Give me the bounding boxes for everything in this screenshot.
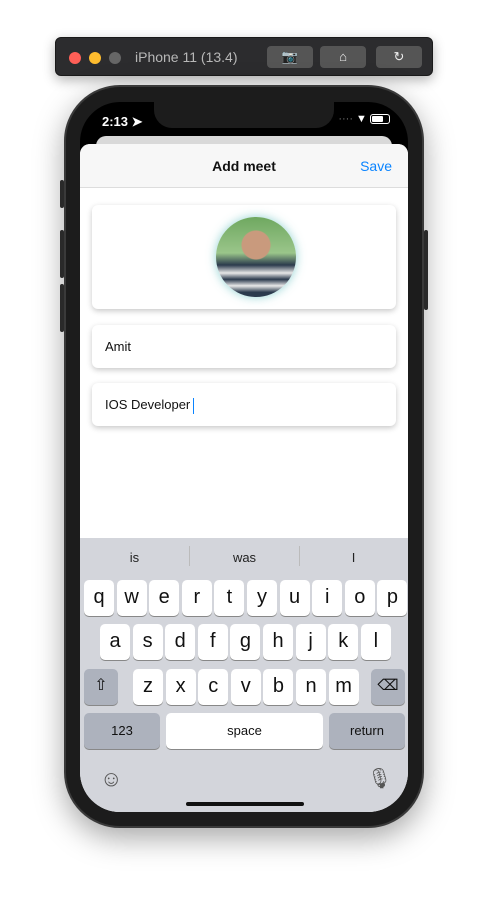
key-g[interactable]: g xyxy=(230,624,261,660)
key-u[interactable]: u xyxy=(279,580,310,616)
home-button[interactable]: ⌂ xyxy=(320,46,366,68)
key-h[interactable]: h xyxy=(263,624,293,660)
key-y[interactable]: y xyxy=(247,580,277,616)
wifi-icon: ▼ xyxy=(356,113,367,125)
rotate-icon: ↻ xyxy=(393,49,405,64)
power-button xyxy=(424,230,428,310)
key-t[interactable]: t xyxy=(214,580,245,616)
simulator-title: iPhone 11 (13.4) xyxy=(135,49,238,65)
key-w[interactable]: w xyxy=(116,580,147,616)
add-meet-sheet: Add meet Save Amit IOS Developer is was … xyxy=(80,144,408,812)
battery-icon xyxy=(370,114,390,125)
shift-icon: ⇧ xyxy=(94,677,108,694)
suggestion[interactable]: I xyxy=(299,550,408,565)
status-time: 2:13 ➤ xyxy=(102,114,143,129)
zoom-window-button[interactable] xyxy=(109,52,121,64)
return-key[interactable]: return xyxy=(329,713,405,749)
name-value: Amit xyxy=(105,339,131,354)
delete-key[interactable]: ⌫ xyxy=(371,669,405,705)
key-m[interactable]: m xyxy=(328,669,359,705)
key-i[interactable]: i xyxy=(312,580,343,616)
key-r[interactable]: r xyxy=(181,580,212,616)
mute-switch xyxy=(60,180,64,208)
simulator-toolbar: iPhone 11 (13.4) 📷 ⌂ ↻ xyxy=(55,37,433,76)
key-b[interactable]: b xyxy=(263,669,294,705)
phone-screen: 2:13 ➤ ···· ▼ Add meet Save Amit IOS Dev… xyxy=(80,102,408,812)
close-window-button[interactable] xyxy=(69,52,81,64)
photo-card xyxy=(92,205,396,309)
screenshot-button[interactable]: 📷 xyxy=(267,46,313,68)
suggestion[interactable]: was xyxy=(190,550,299,565)
home-icon: ⌂ xyxy=(339,49,347,64)
key-d[interactable]: d xyxy=(165,624,196,660)
key-f[interactable]: f xyxy=(197,624,228,660)
key-a[interactable]: a xyxy=(100,624,130,660)
space-key[interactable]: space xyxy=(166,713,323,749)
name-field[interactable]: Amit xyxy=(92,325,396,368)
key-p[interactable]: p xyxy=(377,580,408,616)
microphone-icon[interactable]: 🎙 xyxy=(367,766,392,791)
key-q[interactable]: q xyxy=(84,580,114,616)
suggestion[interactable]: is xyxy=(80,550,189,565)
keyboard: is was I qwertyuiopasdfghjklzxcvbnm ⇧ ⌫ … xyxy=(80,538,408,812)
nav-bar: Add meet Save xyxy=(80,144,408,188)
key-k[interactable]: k xyxy=(328,624,359,660)
rotate-button[interactable]: ↻ xyxy=(376,46,422,68)
shift-key[interactable]: ⇧ xyxy=(84,669,118,705)
key-e[interactable]: e xyxy=(149,580,180,616)
minimize-window-button[interactable] xyxy=(89,52,101,64)
save-button[interactable]: Save xyxy=(360,158,392,174)
location-icon: ➤ xyxy=(131,114,143,129)
key-l[interactable]: l xyxy=(360,624,391,660)
backspace-icon: ⌫ xyxy=(377,677,399,694)
notch xyxy=(154,102,334,128)
key-c[interactable]: c xyxy=(198,669,229,705)
key-j[interactable]: j xyxy=(295,624,326,660)
key-z[interactable]: z xyxy=(133,669,163,705)
page-title: Add meet xyxy=(212,158,276,174)
volume-up-button xyxy=(60,230,64,278)
key-x[interactable]: x xyxy=(165,669,196,705)
text-caret xyxy=(193,397,195,414)
role-field[interactable]: IOS Developer xyxy=(92,383,396,426)
numbers-key[interactable]: 123 xyxy=(84,713,160,749)
signal-icon: ···· xyxy=(338,113,353,125)
emoji-icon[interactable]: ☺ xyxy=(100,766,122,792)
key-n[interactable]: n xyxy=(296,669,326,705)
key-v[interactable]: v xyxy=(230,669,261,705)
home-indicator xyxy=(186,802,304,806)
camera-icon: 📷 xyxy=(281,49,299,64)
role-value: IOS Developer xyxy=(105,397,191,412)
volume-down-button xyxy=(60,284,64,332)
status-icons: ···· ▼ xyxy=(338,113,390,125)
key-s[interactable]: s xyxy=(132,624,163,660)
key-o[interactable]: o xyxy=(344,580,375,616)
avatar[interactable] xyxy=(216,217,296,297)
